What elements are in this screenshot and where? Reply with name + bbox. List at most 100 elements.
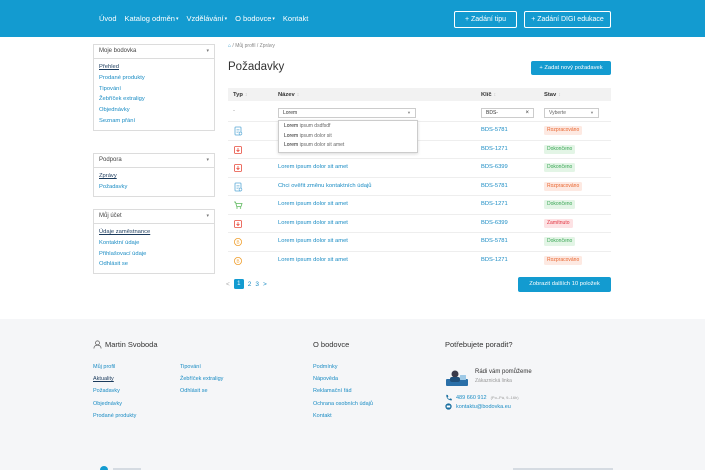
footer-link[interactable]: Požadavky (93, 385, 158, 397)
nav-item-3[interactable]: O bodovce▾ (235, 14, 275, 23)
nav-item-0[interactable]: Úvod (99, 14, 117, 23)
autocomplete-match: Lorem (284, 142, 299, 148)
footer-link[interactable]: Odhlásit se (180, 385, 223, 397)
chat-icon (445, 403, 452, 410)
table-row[interactable]: Lorem ipsum dolor sit amet BDS-6399 Zamítn… (228, 213, 611, 233)
sort-icon: ↕ (244, 91, 248, 98)
request-key-link[interactable]: BDS-5781 (481, 238, 508, 244)
sidebar-item[interactable]: Přehled (99, 62, 209, 73)
column-header-name[interactable]: Název ↕ (278, 92, 299, 98)
page-button[interactable]: 1 (233, 279, 244, 289)
footer-link[interactable]: Žebříček extraligy (180, 373, 223, 385)
sidebar-box-header[interactable]: Moje bodovka ▾ (94, 45, 214, 59)
phone-icon (446, 394, 452, 401)
footer-link[interactable]: Prodané produkty (93, 410, 158, 422)
footer-link[interactable]: Můj profil (93, 361, 158, 373)
footer-link[interactable]: Objednávky (93, 398, 158, 410)
footer-link[interactable]: Nápověda (313, 373, 373, 385)
footer-about-column: O bodovce Podmínky Nápověda Reklamační řád… (313, 338, 373, 422)
request-key-link[interactable]: BDS-1271 (481, 201, 508, 207)
request-key-link[interactable]: BDS-5781 (481, 183, 508, 189)
table-row[interactable]: B Lorem ipsum dolor sit amet BDS-1271 Rozpr… (228, 250, 611, 270)
column-header-type[interactable]: Typ ↕ (233, 92, 247, 98)
clear-icon[interactable]: × (525, 109, 529, 117)
request-key-link[interactable]: BDS-5781 (481, 127, 508, 133)
footer-phone[interactable]: 489 660 912 (Po–Pá, 9–16h) (445, 394, 519, 401)
sidebar-box-header[interactable]: Můj účet ▾ (94, 210, 214, 224)
autocomplete-option[interactable]: Lorem ipsum dolor sit amet (279, 141, 417, 151)
column-header-key[interactable]: Klíč ↕ (481, 92, 496, 98)
nav-item-1[interactable]: Katalog odměn▾ (125, 14, 179, 23)
request-name-link[interactable]: Chci ověřit změnu kontaktních údajů (278, 183, 371, 189)
request-name-link[interactable]: Lorem ipsum dolor sit amet (278, 201, 348, 207)
footer-link[interactable]: Kontakt (313, 410, 373, 422)
sidebar-item[interactable]: Odhlásit se (99, 259, 209, 270)
state-filter-select[interactable]: Vyberte ▼ (544, 108, 599, 118)
name-filter-input[interactable]: Lorem ▼ (278, 108, 416, 118)
sidebar-item[interactable]: Údaje zaměstnance (99, 227, 209, 238)
phone-hours: (Po–Pá, 9–16h) (490, 395, 519, 400)
nav-item-label: Katalog odměn (124, 14, 175, 23)
footer-email[interactable]: kontaktu@bodovka.eu (445, 403, 511, 410)
sidebar-box-title: Podpora (99, 157, 122, 163)
nav-item-4[interactable]: Kontakt (283, 14, 308, 23)
table-row[interactable]: Lorem ipsum dolor sit amet BDS-1271 Dokonč… (228, 195, 611, 214)
state-filter-placeholder: Vyberte (549, 110, 567, 116)
sidebar-box-header[interactable]: Podpora ▾ (94, 154, 214, 168)
sidebar-item[interactable]: Prodané produkty (99, 73, 209, 84)
footer-link[interactable]: Aktuality (93, 373, 158, 385)
sidebar-item[interactable]: Seznam přání (99, 116, 209, 127)
autocomplete-option[interactable]: Lorem ipsum dsdfsdf (279, 122, 417, 132)
footer-help-heading: Potřebujete poradit? (445, 339, 513, 349)
page-button[interactable]: 2 (248, 281, 252, 288)
show-more-button[interactable]: Zobrazit dalších 10 položek (518, 277, 611, 292)
request-name-link[interactable]: Lorem ipsum dolor sit amet (278, 238, 348, 244)
chevron-down-icon: ▾ (206, 157, 209, 163)
footer-link[interactable]: Reklamační řád (313, 385, 373, 397)
table-row[interactable]: Lorem ipsum dolor sit amet BDS-6399 Dokonč… (228, 158, 611, 177)
sidebar-item[interactable]: Požadavky (99, 182, 209, 193)
footer-link[interactable]: Ochrana osobních údajů (313, 398, 373, 410)
footer-link[interactable]: Podmínky (313, 361, 373, 373)
footer-link[interactable]: Tipování (180, 361, 223, 373)
pagination: <1 2 3 > (226, 279, 267, 289)
page-button[interactable]: 3 (255, 281, 259, 288)
home-icon[interactable]: ⌂ (228, 43, 231, 49)
next-page-button[interactable]: > (263, 281, 267, 288)
footer-about-links: Podmínky Nápověda Reklamační řád Ochrana os… (313, 361, 373, 422)
request-key-link[interactable]: BDS-1271 (481, 146, 508, 152)
request-key-link[interactable]: BDS-6399 (481, 220, 508, 226)
request-name-link[interactable]: Lorem ipsum dolor sit amet (278, 257, 348, 263)
request-name-link[interactable]: Lorem ipsum dolor sit amet (278, 220, 348, 226)
previous-page-button[interactable]: < (226, 281, 230, 288)
request-key-link[interactable]: BDS-1271 (481, 257, 508, 263)
column-header-name-label: Název (278, 91, 295, 98)
breadcrumb-path[interactable]: / Můj profil / Zprávy (232, 43, 275, 49)
svg-text:B: B (236, 258, 239, 263)
sidebar-item[interactable]: Přihlašovací údaje (99, 249, 209, 260)
table-row[interactable]: B Lorem ipsum dolor sit amet BDS-5781 Dokon… (228, 232, 611, 251)
page-title: Požadavky (228, 61, 285, 73)
sidebar-item[interactable]: Objednávky (99, 105, 209, 116)
nav-item-2[interactable]: Vzdělávání▾ (186, 14, 227, 23)
request-key-link[interactable]: BDS-6399 (481, 164, 508, 170)
coin-icon: B (233, 237, 243, 247)
sidebar-box: Můj účet ▾ Údaje zaměstnance Kontaktní údaj… (93, 209, 215, 275)
autocomplete-option[interactable]: Lorem ipsum dolor sit (279, 132, 417, 142)
request-name-link[interactable]: Lorem ipsum dolor sit amet (278, 164, 348, 170)
key-filter-input[interactable]: BDS- × (481, 108, 534, 118)
sidebar-box: Moje bodovka ▾ Přehled Prodané produkty Tipo… (93, 44, 215, 131)
sidebar-item[interactable]: Žebříček extraligy (99, 94, 209, 105)
help-tagline: Rádi vám pomůžeme (475, 369, 532, 375)
column-header-state[interactable]: Stav ↕ (544, 92, 561, 98)
main-menu: Úvod Katalog odměn▾ Vzdělávání▾ O bodovce▾ K… (99, 14, 308, 23)
add-digi-education-button[interactable]: + Zadání DIGI edukace (524, 11, 611, 28)
sidebar-item[interactable]: Zprávy (99, 171, 209, 182)
download-icon (233, 219, 243, 229)
chevron-down-icon: ▾ (206, 213, 209, 219)
add-tip-button[interactable]: + Zadání tipu (454, 11, 517, 28)
sidebar-item[interactable]: Tipování (99, 84, 209, 95)
sidebar-item[interactable]: Kontaktní údaje (99, 238, 209, 249)
table-row[interactable]: Chci ověřit změnu kontaktních údajů BDS-5… (228, 176, 611, 196)
new-request-button[interactable]: + Zadat nový požadavek (531, 61, 611, 75)
